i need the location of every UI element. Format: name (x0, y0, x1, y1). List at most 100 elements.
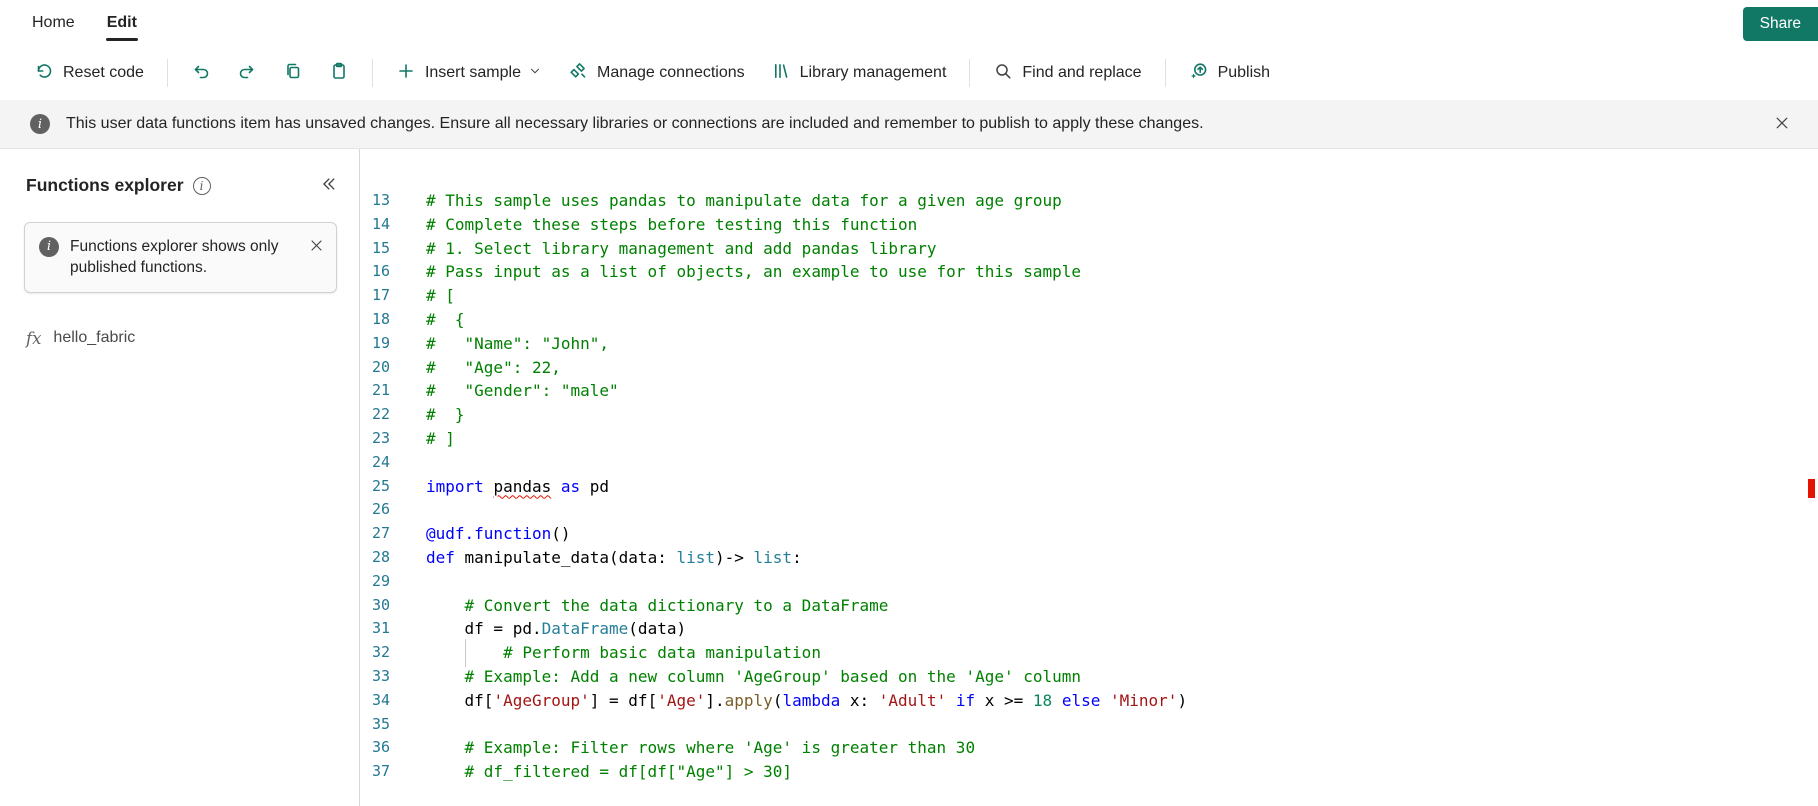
code-text: # { (426, 308, 1818, 332)
search-icon (993, 61, 1013, 86)
code-line: 17# [ (360, 284, 1818, 308)
tab-edit-label: Edit (107, 14, 137, 31)
code-line: 15# 1. Select library management and add… (360, 237, 1818, 261)
code-text: # This sample uses pandas to manipulate … (426, 189, 1818, 213)
function-name: hello_fabric (53, 329, 135, 347)
code-line: 26 (360, 498, 1818, 522)
code-text: # Example: Filter rows where 'Age' is gr… (426, 736, 1818, 760)
chevron-down-icon (528, 64, 542, 83)
line-number: 29 (360, 570, 426, 594)
banner-close-button[interactable] (1768, 109, 1796, 140)
line-number: 32 (360, 641, 426, 665)
code-line: 13# This sample uses pandas to manipulat… (360, 189, 1818, 213)
tab-home[interactable]: Home (16, 2, 91, 44)
code-editor[interactable]: 13# This sample uses pandas to manipulat… (360, 149, 1818, 806)
manage-connections-label: Manage connections (597, 64, 745, 82)
publish-button[interactable]: Publish (1177, 53, 1282, 94)
notice-close-button[interactable] (307, 236, 326, 258)
info-icon (39, 237, 59, 257)
scrollbar-error-marker (1808, 479, 1815, 498)
toolbar: Reset code Insert s (0, 46, 1818, 100)
code-text: # Pass input as a list of objects, an ex… (426, 260, 1818, 284)
code-text: # 1. Select library management and add p… (426, 237, 1818, 261)
code-text: # "Gender": "male" (426, 379, 1818, 403)
code-line: 24 (360, 451, 1818, 475)
main-content: Functions explorer Functions explorer sh… (0, 149, 1818, 806)
code-text: @udf.function() (426, 522, 1818, 546)
library-icon (771, 61, 791, 86)
line-number: 37 (360, 760, 426, 784)
published-functions-notice: Functions explorer shows only published … (24, 222, 337, 293)
line-number: 23 (360, 427, 426, 451)
tab-home-label: Home (32, 14, 75, 31)
functions-explorer-header: Functions explorer (0, 171, 359, 200)
toolbar-divider (1165, 59, 1166, 87)
share-button[interactable]: Share (1743, 7, 1818, 41)
code-line: 18# { (360, 308, 1818, 332)
info-icon[interactable] (193, 177, 211, 195)
insert-sample-button[interactable]: Insert sample (384, 53, 554, 94)
code-text (426, 713, 1818, 737)
redo-icon (237, 61, 257, 86)
code-line: 30 # Convert the data dictionary to a Da… (360, 594, 1818, 618)
code-line: 35 (360, 713, 1818, 737)
line-number: 25 (360, 475, 426, 499)
notice-text: Functions explorer shows only published … (70, 236, 282, 279)
copy-button[interactable] (271, 53, 315, 94)
tab-edit[interactable]: Edit (91, 2, 153, 44)
code-text: # df_filtered = df[df["Age"] > 30] (426, 760, 1818, 784)
line-number: 28 (360, 546, 426, 570)
toolbar-divider (372, 59, 373, 87)
code-line: 22# } (360, 403, 1818, 427)
code-line: 23# ] (360, 427, 1818, 451)
reset-code-label: Reset code (63, 64, 144, 82)
line-number: 35 (360, 713, 426, 737)
redo-button[interactable] (225, 53, 269, 94)
close-icon (309, 238, 324, 256)
line-number: 17 (360, 284, 426, 308)
reset-code-button[interactable]: Reset code (22, 53, 156, 94)
reset-icon (34, 61, 54, 86)
undo-button[interactable] (179, 53, 223, 94)
line-number: 36 (360, 736, 426, 760)
code-line: 21# "Gender": "male" (360, 379, 1818, 403)
code-text: # Complete these steps before testing th… (426, 213, 1818, 237)
unsaved-changes-banner: This user data functions item has unsave… (0, 100, 1818, 149)
line-number: 19 (360, 332, 426, 356)
connections-icon (568, 61, 588, 86)
code-line: 16# Pass input as a list of objects, an … (360, 260, 1818, 284)
manage-connections-button[interactable]: Manage connections (556, 53, 757, 94)
plus-icon (396, 61, 416, 86)
functions-explorer-title: Functions explorer (26, 175, 184, 196)
line-number: 21 (360, 379, 426, 403)
find-replace-button[interactable]: Find and replace (981, 53, 1153, 94)
code-lines: 13# This sample uses pandas to manipulat… (360, 189, 1818, 784)
publish-icon (1189, 61, 1209, 86)
indent-guide (465, 639, 466, 667)
code-text (426, 451, 1818, 475)
code-text: # } (426, 403, 1818, 427)
banner-message: This user data functions item has unsave… (66, 115, 1204, 133)
code-text: # Convert the data dictionary to a DataF… (426, 594, 1818, 618)
line-number: 13 (360, 189, 426, 213)
line-number: 27 (360, 522, 426, 546)
line-number: 34 (360, 689, 426, 713)
function-item[interactable]: fx hello_fabric (0, 321, 359, 356)
info-icon (30, 114, 50, 134)
publish-label: Publish (1218, 64, 1270, 82)
find-replace-label: Find and replace (1022, 64, 1141, 82)
editor-scrollbar[interactable] (1804, 149, 1818, 806)
paste-button[interactable] (317, 53, 361, 94)
collapse-panel-button[interactable] (313, 171, 343, 200)
code-text: import pandas as pd (426, 475, 1818, 499)
code-line: 32 # Perform basic data manipulation (360, 641, 1818, 665)
library-management-button[interactable]: Library management (759, 53, 959, 94)
line-number: 18 (360, 308, 426, 332)
functions-explorer-panel: Functions explorer Functions explorer sh… (0, 149, 360, 806)
code-line: 28def manipulate_data(data: list)-> list… (360, 546, 1818, 570)
tab-bar: Home Edit Share (0, 0, 1818, 46)
app-window: Home Edit Share Reset code (0, 0, 1818, 806)
code-line: 36 # Example: Filter rows where 'Age' is… (360, 736, 1818, 760)
code-text: # Example: Add a new column 'AgeGroup' b… (426, 665, 1818, 689)
double-chevron-left-icon (319, 181, 337, 196)
